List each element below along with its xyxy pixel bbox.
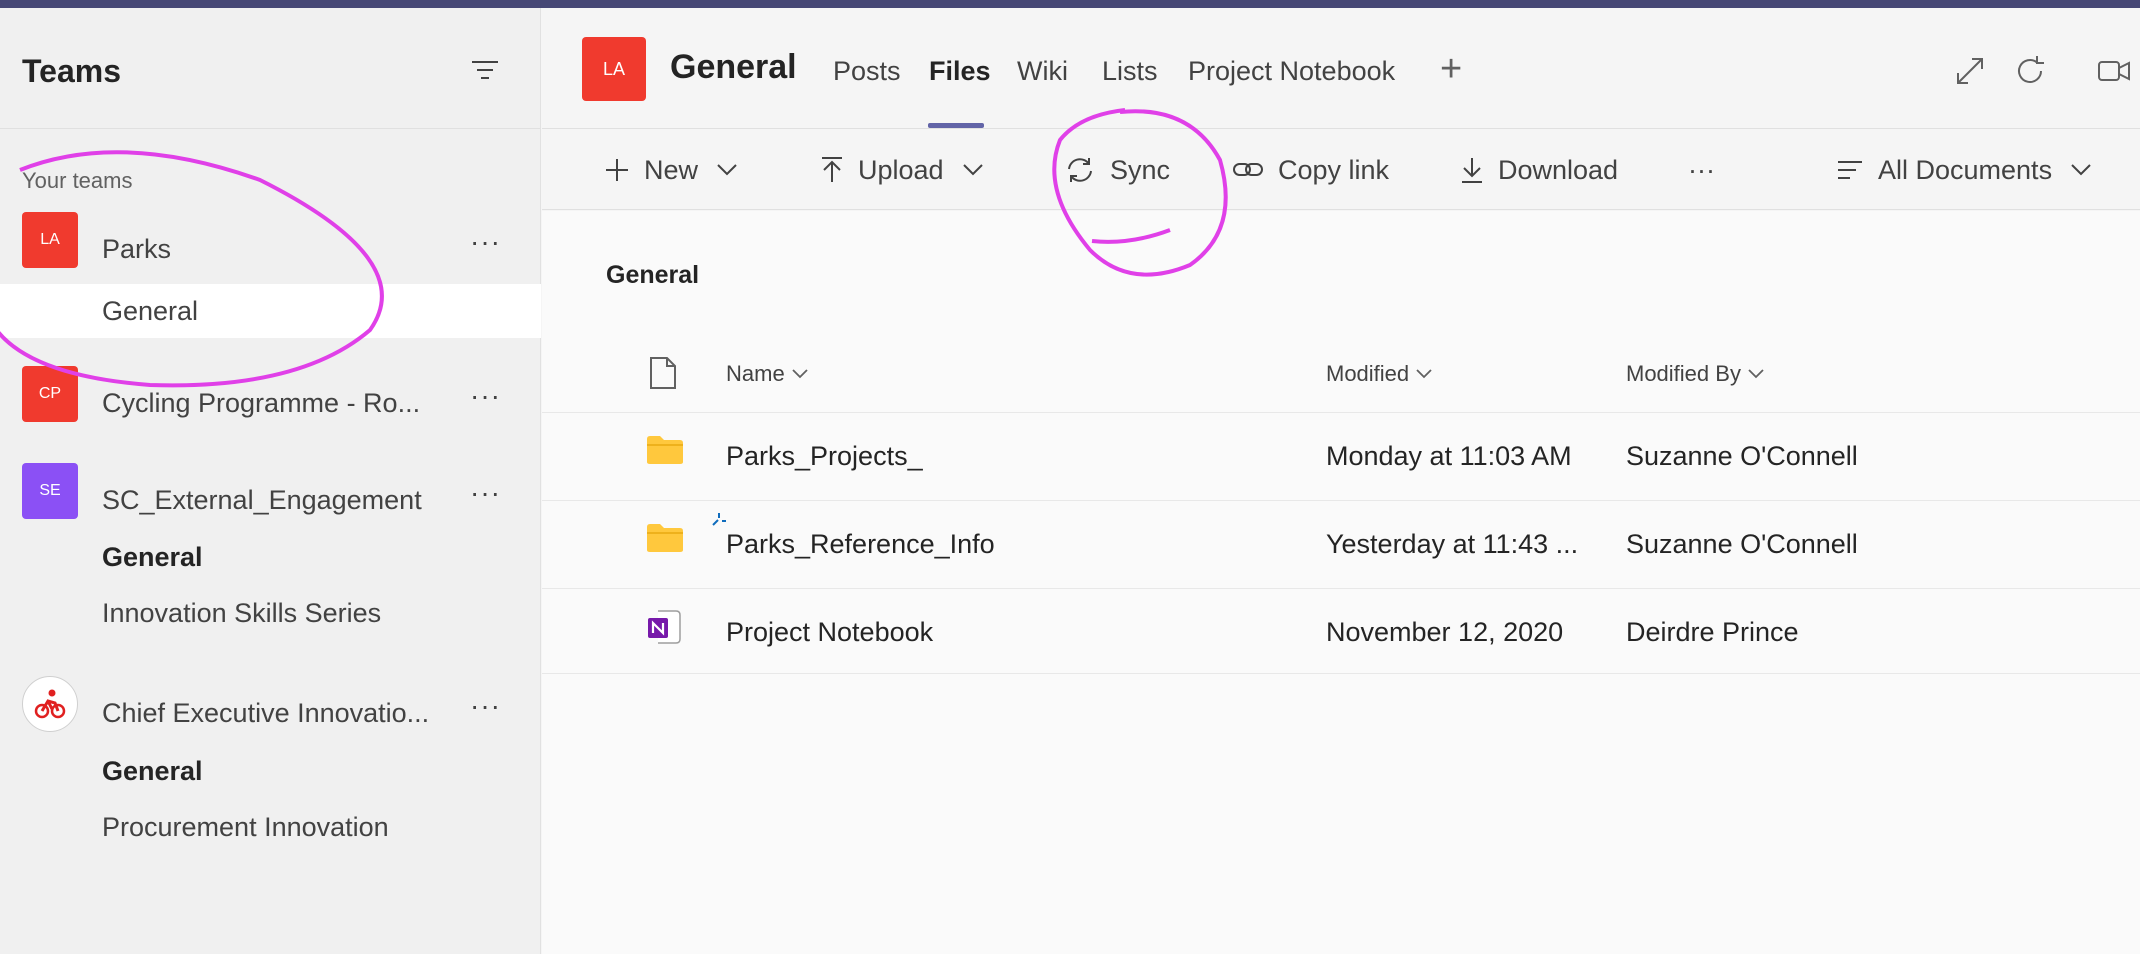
chevron-down-icon <box>792 369 808 379</box>
team-name: Parks <box>102 234 172 264</box>
channel-ce-general[interactable]: General <box>0 744 541 798</box>
folder-icon <box>647 436 683 464</box>
view-selector[interactable]: All Documents <box>1836 130 2106 210</box>
files-command-bar: New Upload Sync Copy link Download ··· A… <box>542 130 2140 210</box>
add-tab-icon[interactable]: + <box>1440 48 1462 91</box>
tab-project-notebook[interactable]: Project Notebook <box>1188 56 1395 87</box>
chevron-down-icon <box>717 164 737 176</box>
breadcrumb[interactable]: General <box>606 261 699 290</box>
column-label: Name <box>726 361 785 386</box>
copy-link-button[interactable]: Copy link <box>1232 130 1389 210</box>
channel-procurement-innovation[interactable]: Procurement Innovation <box>0 800 541 854</box>
channel-avatar: LA <box>582 37 646 101</box>
team-chief-executive-innovation[interactable]: Chief Executive Innovatio... ··· <box>0 676 541 742</box>
column-header-modified-by[interactable]: Modified By <box>1626 361 1765 387</box>
upload-button[interactable]: Upload <box>820 130 998 210</box>
active-tab-indicator <box>928 123 984 128</box>
more-options-icon[interactable]: ··· <box>470 690 501 722</box>
refresh-icon[interactable] <box>2012 53 2048 89</box>
sync-icon <box>1068 158 1092 182</box>
sidebar-header: Teams <box>0 8 541 129</box>
new-label: New <box>644 154 699 185</box>
more-options-icon[interactable]: ··· <box>470 380 501 412</box>
file-modified-by: Deirdre Prince <box>1626 617 1799 647</box>
chevron-down-icon <box>1748 369 1764 379</box>
new-button[interactable]: New <box>604 130 752 210</box>
sync-label: Sync <box>1110 154 1171 185</box>
new-item-sparkle-icon <box>712 513 726 526</box>
more-actions-button[interactable]: ··· <box>1688 130 1715 210</box>
download-label: Download <box>1498 154 1619 185</box>
view-list-icon <box>1838 161 1862 179</box>
channel-innovation-skills-series[interactable]: Innovation Skills Series <box>0 586 541 640</box>
onenote-icon <box>648 610 681 644</box>
view-label: All Documents <box>1878 154 2053 185</box>
channel-title: General <box>670 48 797 86</box>
upload-icon <box>822 157 842 182</box>
table-row[interactable]: Project Notebook November 12, 2020 Deird… <box>542 588 2140 674</box>
more-actions-icon: ··· <box>1688 154 1715 185</box>
team-parks[interactable]: LA Parks ··· <box>0 212 541 278</box>
file-name[interactable]: Parks_Reference_Info <box>726 529 995 560</box>
download-button[interactable]: Download <box>1460 130 1618 210</box>
plus-icon <box>606 159 628 181</box>
team-avatar: SE <box>22 463 78 519</box>
team-name: SC_External_Engagement <box>102 485 422 515</box>
team-avatar: CP <box>22 366 78 422</box>
tab-posts[interactable]: Posts <box>833 56 901 87</box>
expand-icon[interactable] <box>1952 53 1988 89</box>
link-icon <box>1233 163 1263 176</box>
file-name[interactable]: Project Notebook <box>726 617 933 648</box>
meet-now-icon[interactable] <box>2096 53 2132 89</box>
channel-header: LA General Posts Files Wiki Lists Projec… <box>542 8 2140 129</box>
team-cycling-programme[interactable]: CP Cycling Programme - Ro... ··· <box>0 366 541 432</box>
file-name[interactable]: Parks_Projects_ <box>726 441 923 472</box>
app-top-bar <box>0 0 2140 8</box>
file-list-area: General Name Modified Modified By Parks_… <box>542 211 2140 954</box>
file-modified-by: Suzanne O'Connell <box>1626 441 1858 471</box>
channel-main-area: LA General Posts Files Wiki Lists Projec… <box>542 8 2140 954</box>
table-row[interactable]: Parks_Projects_ Monday at 11:03 AM Suzan… <box>542 412 2140 498</box>
upload-label: Upload <box>858 154 944 185</box>
column-header-modified[interactable]: Modified <box>1326 361 1433 387</box>
chevron-down-icon <box>1416 369 1432 379</box>
filter-icon[interactable] <box>470 58 500 82</box>
channel-parks-general[interactable]: General <box>0 284 541 338</box>
file-modified: November 12, 2020 <box>1326 617 1564 647</box>
your-teams-label: Your teams <box>22 168 133 193</box>
team-name: Cycling Programme - Ro... <box>102 388 421 418</box>
team-name: Chief Executive Innovatio... <box>102 698 430 728</box>
team-sc-external-engagement[interactable]: SE SC_External_Engagement ··· <box>0 463 541 529</box>
tab-lists[interactable]: Lists <box>1102 56 1158 87</box>
sync-button[interactable]: Sync <box>1064 130 1170 210</box>
chevron-down-icon <box>962 164 983 176</box>
file-modified: Monday at 11:03 AM <box>1326 441 1572 471</box>
team-avatar: LA <box>22 212 78 268</box>
tab-wiki[interactable]: Wiki <box>1017 56 1068 87</box>
table-row[interactable]: Parks_Reference_Info Yesterday at 11:43 … <box>542 500 2140 586</box>
cycling-logo-icon <box>22 676 78 732</box>
more-options-icon[interactable]: ··· <box>470 477 501 509</box>
column-label: Modified <box>1326 361 1410 386</box>
chevron-down-icon <box>2071 164 2091 176</box>
folder-icon <box>647 524 683 552</box>
file-type-header-icon[interactable] <box>648 356 678 390</box>
column-header-name[interactable]: Name <box>726 361 809 387</box>
file-modified: Yesterday at 11:43 ... <box>1326 529 1579 559</box>
download-icon <box>1462 158 1482 183</box>
more-options-icon[interactable]: ··· <box>470 226 501 258</box>
copy-link-label: Copy link <box>1278 154 1390 185</box>
tab-files[interactable]: Files <box>929 56 991 87</box>
channel-sc-general[interactable]: General <box>0 530 541 584</box>
teams-sidebar: Teams Your teams LA Parks ··· General CP… <box>0 8 541 954</box>
sidebar-title: Teams <box>22 53 122 89</box>
column-label: Modified By <box>1626 361 1741 386</box>
file-modified-by: Suzanne O'Connell <box>1626 529 1858 559</box>
